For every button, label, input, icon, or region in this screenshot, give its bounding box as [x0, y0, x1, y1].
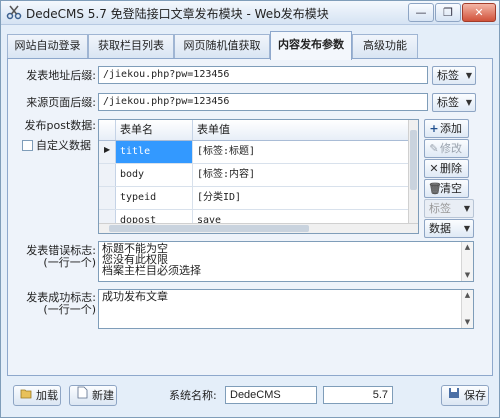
text-line: 档案主栏目必须选择 [102, 264, 201, 277]
data-dropdown-label: 数据 [429, 222, 451, 235]
cell-value[interactable]: [标签:标题] [193, 141, 409, 163]
error-flag-textarea[interactable]: 标题不能为空 您没有此权限 档案主栏目必须选择 ▲ ▼ [98, 241, 474, 282]
post-url-tag-dropdown[interactable]: 标签 ▼ [432, 66, 476, 85]
scroll-thumb[interactable] [410, 130, 417, 190]
cell-name[interactable]: typeid [116, 187, 193, 209]
edit-button[interactable]: ✎修改 [424, 139, 469, 158]
folder-open-icon [19, 386, 33, 405]
app-window: DedeCMS 5.7 免登陆接口文章发布模块 - Web发布模块 — ❐ ✕ … [0, 0, 500, 418]
tab-strip: 网站自动登录 获取栏目列表 网页随机值获取 内容发布参数 高级功能 [1, 31, 499, 60]
post-data-grid[interactable]: 表单名 表单值 ▶ title [标签:标题] body [标签:内容] typ… [98, 119, 419, 234]
tab-auto-login[interactable]: 网站自动登录 [7, 34, 88, 58]
post-url-label: 发表地址后缀: [26, 69, 96, 82]
version-input[interactable]: 5.7 [323, 386, 393, 404]
textarea-scrollbar[interactable]: ▲ ▼ [461, 290, 473, 328]
current-row-arrow-icon: ▶ [104, 145, 111, 154]
scroll-thumb[interactable] [109, 225, 309, 232]
grid-corner [99, 120, 116, 140]
table-row[interactable]: typeid [分类ID] [99, 187, 409, 210]
column-header-name[interactable]: 表单名 [116, 120, 193, 140]
new-button-label: 新建 [92, 389, 114, 402]
new-file-icon [75, 386, 89, 405]
tab-random-value[interactable]: 网页随机值获取 [174, 34, 270, 58]
cell-value[interactable]: [分类ID] [193, 187, 409, 209]
row-indicator [99, 187, 116, 209]
post-url-input[interactable]: /jiekou.php?pw=123456 [98, 66, 428, 84]
save-button[interactable]: 保存 [441, 385, 489, 406]
referer-input[interactable]: /jiekou.php?pw=123456 [98, 93, 428, 111]
delete-button-label: 删除 [440, 162, 462, 175]
tab-advanced[interactable]: 高级功能 [352, 34, 418, 58]
cell-value[interactable]: [标签:内容] [193, 164, 409, 186]
referer-tag-label: 标签 [437, 96, 459, 109]
scissors-icon [6, 4, 22, 20]
load-button[interactable]: 加载 [13, 385, 61, 406]
clear-button[interactable]: 🗑清空 [424, 179, 469, 198]
custom-data-checkbox[interactable] [22, 140, 33, 151]
column-header-value[interactable]: 表单值 [193, 120, 409, 140]
grid-vertical-scrollbar[interactable] [408, 120, 418, 233]
data-dropdown[interactable]: 数据 ▼ [424, 219, 474, 238]
success-flag-textarea[interactable]: 成功发布文章 ▲ ▼ [98, 289, 474, 329]
load-button-label: 加载 [36, 389, 58, 402]
post-url-tag-label: 标签 [437, 69, 459, 82]
save-icon [447, 386, 461, 405]
plus-icon: + [429, 122, 439, 135]
minimize-button[interactable]: — [408, 3, 434, 22]
clear-button-label: 清空 [440, 182, 462, 195]
referer-label: 来源页面后缀: [26, 96, 96, 109]
window-title: DedeCMS 5.7 免登陆接口文章发布模块 - Web发布模块 [26, 7, 329, 21]
chevron-down-icon: ▼ [465, 98, 472, 107]
post-data-label: 发布post数据: [24, 119, 96, 132]
add-button[interactable]: +添加 [424, 119, 469, 138]
add-button-label: 添加 [440, 122, 462, 135]
save-button-label: 保存 [464, 389, 486, 402]
row-indicator [99, 164, 116, 186]
close-button[interactable]: ✕ [462, 3, 496, 22]
x-icon: ✕ [429, 162, 439, 175]
table-row[interactable]: ▶ title [标签:标题] [99, 141, 409, 164]
pencil-icon: ✎ [429, 142, 439, 155]
grid-horizontal-scrollbar[interactable] [99, 223, 418, 233]
system-name-input[interactable]: DedeCMS [225, 386, 317, 404]
chevron-down-icon: ▼ [463, 204, 470, 213]
scroll-down-icon[interactable]: ▼ [462, 317, 473, 328]
restore-button[interactable]: ❐ [435, 3, 461, 22]
grid-header: 表单名 表单值 [99, 120, 409, 141]
scroll-up-icon[interactable]: ▲ [462, 290, 473, 301]
scroll-down-icon[interactable]: ▼ [462, 270, 473, 281]
cell-name[interactable]: title [116, 141, 193, 163]
text-line: 成功发布文章 [102, 290, 168, 303]
cell-name[interactable]: body [116, 164, 193, 186]
error-flag-hint: (一行一个) [43, 256, 96, 269]
system-name-label: 系统名称: [169, 389, 217, 402]
edit-button-label: 修改 [440, 142, 462, 155]
trash-icon: 🗑 [428, 182, 442, 195]
tab-category-list[interactable]: 获取栏目列表 [88, 34, 174, 58]
new-button[interactable]: 新建 [69, 385, 117, 406]
tag-dropdown-label: 标签 [429, 202, 451, 215]
row-indicator: ▶ [99, 141, 116, 163]
custom-data-label: 自定义数据 [36, 139, 91, 152]
chevron-down-icon: ▼ [465, 71, 472, 80]
tag-dropdown[interactable]: 标签 ▼ [424, 199, 474, 218]
title-bar[interactable]: DedeCMS 5.7 免登陆接口文章发布模块 - Web发布模块 — ❐ ✕ [1, 1, 499, 25]
textarea-scrollbar[interactable]: ▲ ▼ [461, 242, 473, 281]
success-flag-hint: (一行一个) [43, 303, 96, 316]
publish-params-panel: 发表地址后缀: /jiekou.php?pw=123456 标签 ▼ 来源页面后… [7, 58, 493, 376]
referer-tag-dropdown[interactable]: 标签 ▼ [432, 93, 476, 112]
scroll-up-icon[interactable]: ▲ [462, 242, 473, 253]
tab-publish-params[interactable]: 内容发布参数 [270, 31, 352, 60]
table-row[interactable]: body [标签:内容] [99, 164, 409, 187]
chevron-down-icon: ▼ [463, 224, 470, 233]
delete-button[interactable]: ✕删除 [424, 159, 469, 178]
